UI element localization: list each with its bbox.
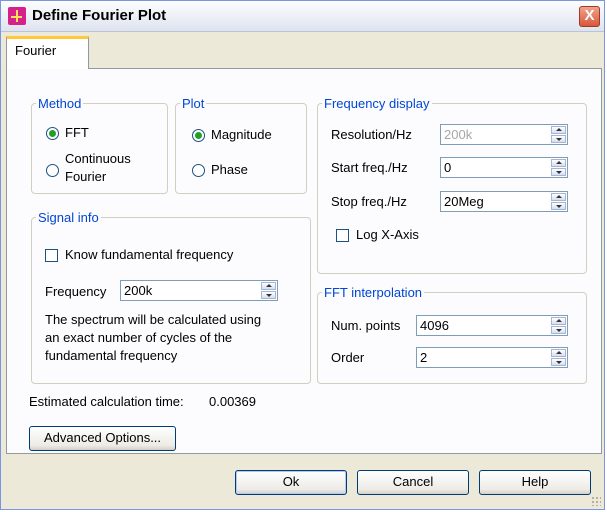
signal-info-legend: Signal info bbox=[38, 210, 99, 225]
stop-freq-spinner[interactable] bbox=[551, 193, 566, 210]
num-points-spinner[interactable] bbox=[551, 317, 566, 334]
spin-down-icon bbox=[551, 135, 566, 143]
ok-button[interactable]: Ok bbox=[235, 470, 347, 495]
fft-label[interactable]: FFT bbox=[65, 125, 89, 140]
estimate-label: Estimated calculation time: bbox=[29, 394, 184, 409]
num-points-value: 4096 bbox=[420, 318, 449, 333]
spin-up-icon bbox=[551, 126, 566, 134]
frequency-input[interactable]: 200k bbox=[120, 280, 278, 301]
advanced-options-button[interactable]: Advanced Options... bbox=[29, 426, 176, 451]
spin-down-icon[interactable] bbox=[551, 326, 566, 334]
continuous-label[interactable]: Continuous bbox=[65, 151, 131, 166]
stop-freq-input[interactable]: 20Meg bbox=[440, 191, 568, 212]
spin-down-icon[interactable] bbox=[551, 358, 566, 366]
continuous-fourier-radio[interactable] bbox=[46, 164, 59, 177]
plot-legend: Plot bbox=[182, 96, 205, 111]
app-icon bbox=[8, 7, 26, 25]
magnitude-radio[interactable] bbox=[192, 129, 205, 142]
spin-down-icon[interactable] bbox=[261, 291, 276, 299]
plot-group: Plot bbox=[175, 96, 307, 194]
magnitude-label[interactable]: Magnitude bbox=[211, 127, 272, 142]
help-button[interactable]: Help bbox=[479, 470, 591, 495]
method-legend: Method bbox=[38, 96, 82, 111]
frequency-display-group: Frequency display bbox=[317, 96, 587, 274]
order-label: Order bbox=[331, 350, 365, 365]
tab-fourier[interactable]: Fourier bbox=[6, 36, 89, 69]
frequency-spinner[interactable] bbox=[261, 282, 276, 299]
dialog-window: Define Fourier Plot X Fourier Method FFT… bbox=[0, 0, 605, 510]
frequency-value: 200k bbox=[124, 283, 153, 298]
phase-radio[interactable] bbox=[192, 164, 205, 177]
stop-freq-label: Stop freq./Hz bbox=[331, 194, 407, 209]
fft-interpolation-legend: FFT interpolation bbox=[324, 285, 423, 300]
resolution-label: Resolution/Hz bbox=[331, 127, 412, 142]
close-icon[interactable]: X bbox=[579, 6, 600, 27]
frequency-display-legend: Frequency display bbox=[324, 96, 430, 111]
cancel-button[interactable]: Cancel bbox=[357, 470, 469, 495]
frequency-label: Frequency bbox=[45, 284, 107, 299]
note-line-3: fundamental frequency bbox=[45, 348, 178, 363]
start-freq-value: 0 bbox=[444, 160, 452, 175]
know-fundamental-checkbox[interactable] bbox=[45, 249, 58, 262]
start-freq-input[interactable]: 0 bbox=[440, 157, 568, 178]
spin-up-icon[interactable] bbox=[551, 193, 566, 201]
log-x-axis-checkbox[interactable] bbox=[336, 229, 349, 242]
know-fundamental-label[interactable]: Know fundamental frequency bbox=[65, 247, 233, 262]
note-line-2: an exact number of cycles of the bbox=[45, 330, 233, 345]
order-spinner[interactable] bbox=[551, 349, 566, 366]
fourier-label[interactable]: Fourier bbox=[65, 169, 106, 184]
spin-up-icon[interactable] bbox=[551, 349, 566, 357]
phase-label[interactable]: Phase bbox=[211, 162, 248, 177]
fft-radio[interactable] bbox=[46, 127, 59, 140]
estimate-value: 0.00369 bbox=[209, 394, 256, 409]
spin-up-icon[interactable] bbox=[261, 282, 276, 290]
resolution-spinner bbox=[551, 126, 566, 143]
num-points-label: Num. points bbox=[331, 318, 401, 333]
title-bar[interactable]: Define Fourier Plot X bbox=[1, 1, 604, 32]
spin-up-icon[interactable] bbox=[551, 317, 566, 325]
tab-panel: Method FFT Continuous Fourier Plot Magni… bbox=[6, 68, 602, 454]
resolution-input: 200k bbox=[440, 124, 568, 145]
stop-freq-value: 20Meg bbox=[444, 194, 484, 209]
start-freq-label: Start freq./Hz bbox=[331, 160, 408, 175]
spin-up-icon[interactable] bbox=[551, 159, 566, 167]
num-points-input[interactable]: 4096 bbox=[416, 315, 568, 336]
order-input[interactable]: 2 bbox=[416, 347, 568, 368]
spin-down-icon[interactable] bbox=[551, 168, 566, 176]
note-line-1: The spectrum will be calculated using bbox=[45, 312, 262, 327]
spin-down-icon[interactable] bbox=[551, 202, 566, 210]
order-value: 2 bbox=[420, 350, 428, 365]
window-title: Define Fourier Plot bbox=[32, 7, 167, 24]
resize-grip-icon[interactable] bbox=[591, 496, 601, 506]
log-x-axis-label[interactable]: Log X-Axis bbox=[356, 227, 419, 242]
start-freq-spinner[interactable] bbox=[551, 159, 566, 176]
resolution-value: 200k bbox=[444, 127, 473, 142]
